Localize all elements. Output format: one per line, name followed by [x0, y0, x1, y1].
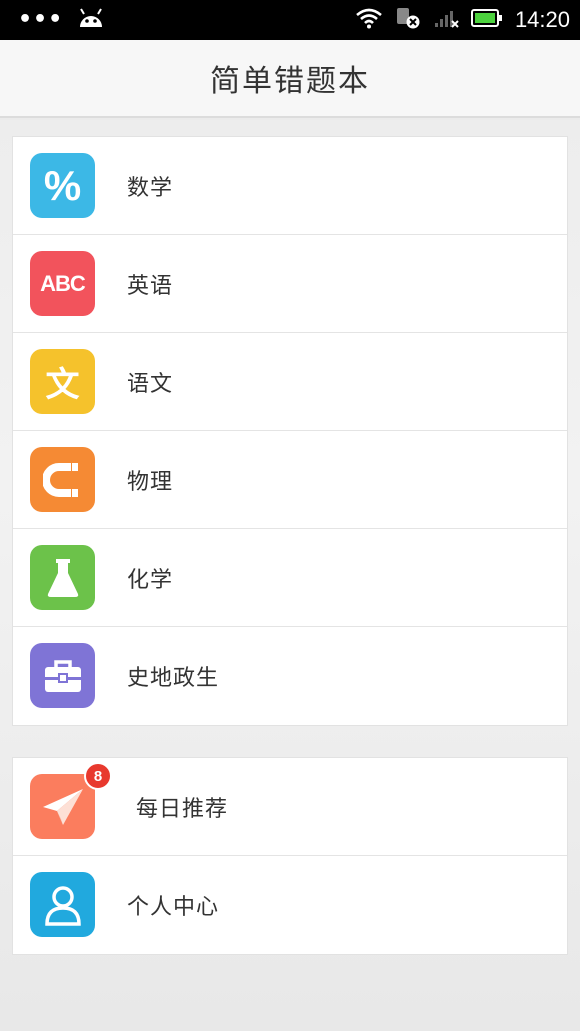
- abc-icon: ABC: [30, 251, 95, 316]
- sim-error-icon: [395, 6, 421, 34]
- subject-label: 英语: [127, 273, 174, 299]
- page-title: 简单错题本: [210, 64, 370, 99]
- main-content: % 数学 ABC 英语 文 语文 物理 化学 史地政生 8 每日推荐 个人中心: [0, 120, 580, 1031]
- clock: 14:20: [514, 7, 570, 32]
- magnet-icon: [30, 447, 95, 512]
- subject-label: 语文: [127, 371, 174, 397]
- paper-plane-icon: [30, 774, 95, 839]
- subject-item-english[interactable]: ABC 英语: [13, 235, 567, 333]
- daily-recommend-item[interactable]: 8 每日推荐: [13, 758, 567, 856]
- subject-list: % 数学 ABC 英语 文 语文 物理 化学 史地政生: [12, 136, 568, 726]
- subject-label: 数学: [127, 175, 174, 201]
- flask-icon: [30, 545, 95, 610]
- app-header: 简单错题本: [0, 40, 580, 118]
- subject-item-physics[interactable]: 物理: [13, 431, 567, 529]
- briefcase-icon: [30, 643, 95, 708]
- personal-center-item[interactable]: 个人中心: [13, 856, 567, 954]
- android-icon: [77, 7, 105, 33]
- notification-dots: •••: [18, 7, 64, 32]
- extra-label: 每日推荐: [136, 796, 229, 822]
- subject-item-chemistry[interactable]: 化学: [13, 529, 567, 627]
- subject-item-math[interactable]: % 数学: [13, 137, 567, 235]
- subject-label: 化学: [127, 567, 174, 593]
- subject-label: 史地政生: [127, 666, 220, 691]
- notification-badge: 8: [84, 762, 112, 790]
- user-icon: [30, 872, 95, 937]
- percent-icon: %: [30, 153, 95, 218]
- signal-icon: [433, 7, 459, 33]
- subject-item-chinese[interactable]: 文 语文: [13, 333, 567, 431]
- extras-list: 8 每日推荐 个人中心: [12, 757, 568, 955]
- extra-label: 个人中心: [127, 895, 220, 920]
- wen-character-icon: 文: [30, 349, 95, 414]
- wifi-icon: [355, 7, 383, 33]
- subject-item-history-geo-politics-bio[interactable]: 史地政生: [13, 627, 567, 725]
- subject-label: 物理: [127, 469, 174, 495]
- status-bar: ••• 14:20: [0, 0, 580, 40]
- battery-icon: [470, 8, 503, 32]
